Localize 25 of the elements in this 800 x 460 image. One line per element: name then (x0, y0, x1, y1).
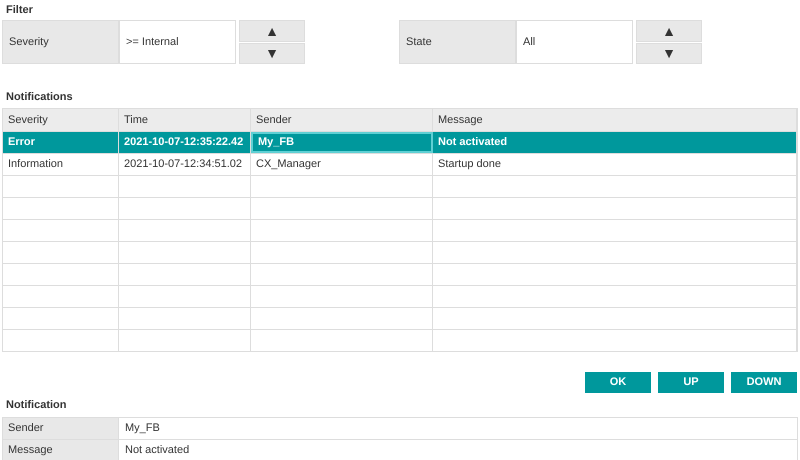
field-label: State (399, 20, 516, 64)
field-label: Severity (2, 20, 119, 64)
table-row[interactable]: Error 2021-10-07-12:35:22.42 My_FB Not activated (3, 131, 797, 153)
action-button[interactable]: UP (658, 372, 724, 393)
field-value: My_FB (124, 421, 161, 436)
table-cell: 2021-10-07-12:34:51.02 (119, 154, 251, 175)
section-title: Notifications (5, 90, 74, 105)
value-field[interactable]: >= Internal (119, 20, 236, 64)
table-cell: Information (3, 154, 119, 175)
field-label: Message (3, 440, 119, 460)
field-value: Not activated (124, 442, 190, 458)
up-button[interactable]: ▲ (239, 20, 305, 42)
section-title: Notification (5, 398, 68, 413)
value-field[interactable]: All (516, 20, 633, 64)
action-button[interactable]: DOWN (731, 372, 797, 393)
down-button[interactable]: ▼ (239, 42, 305, 64)
section-title: Filter (5, 3, 34, 18)
up-button[interactable]: ▲ (636, 20, 702, 42)
table-cell: CX_Manager (251, 154, 433, 175)
action-button[interactable]: OK (585, 372, 651, 393)
down-button[interactable]: ▼ (636, 42, 702, 64)
field-label: Sender (3, 418, 119, 439)
table-cell: Startup done (433, 154, 797, 175)
table-cell: My_FB (251, 132, 433, 153)
table-row[interactable]: Information 2021-10-07-12:34:51.02 CX_Manager Startup done (3, 153, 797, 175)
